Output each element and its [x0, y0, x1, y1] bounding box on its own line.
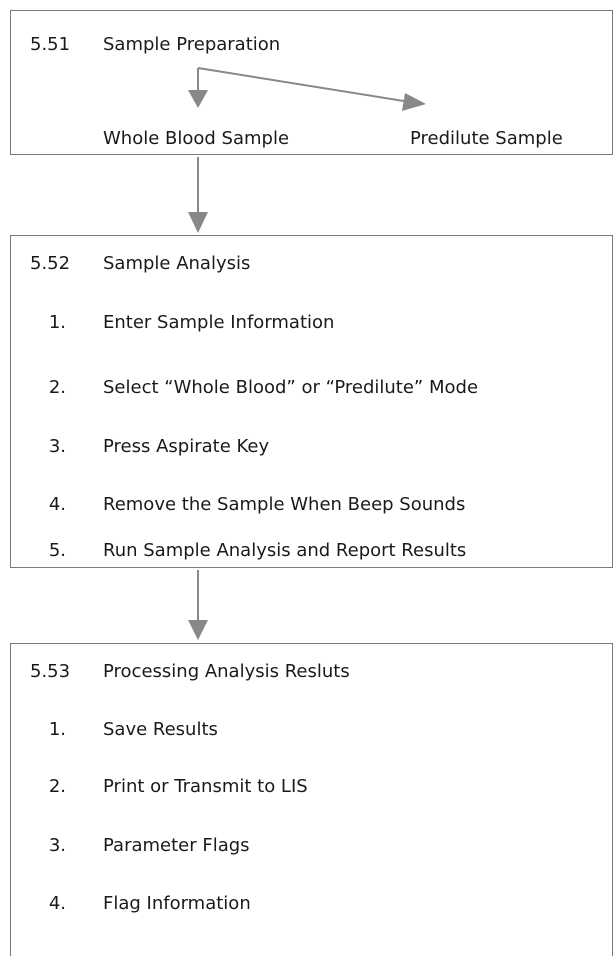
arrowhead-icon	[402, 93, 426, 111]
arrowhead-icon	[188, 620, 208, 640]
flow-arrows	[188, 67, 426, 640]
arrowhead-icon	[188, 212, 208, 233]
branch-arrow-shaft	[197, 67, 411, 103]
arrowhead-icon	[188, 90, 208, 108]
